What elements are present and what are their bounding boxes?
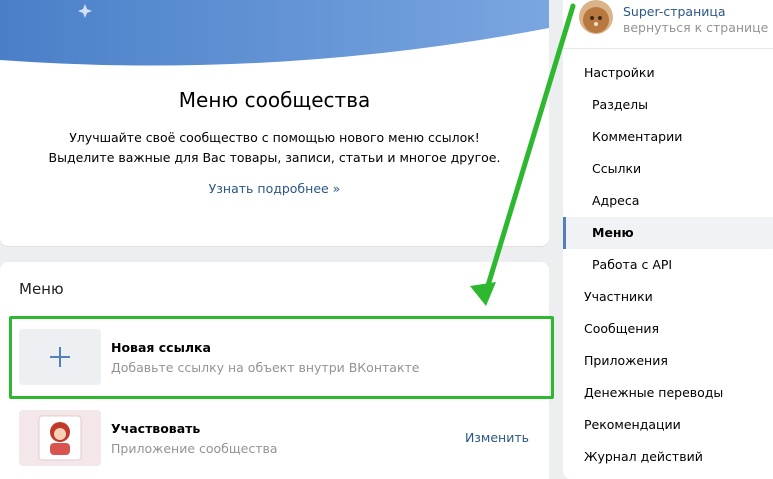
nav-money-transfers[interactable]: Денежные переводы	[563, 377, 773, 409]
menu-promo-card: Меню сообщества Улучшайте своё сообществ…	[0, 0, 549, 246]
app-subtitle: Приложение сообщества	[111, 441, 278, 456]
nav-menu[interactable]: Меню	[563, 217, 773, 249]
plus-icon	[50, 347, 70, 367]
nav-recommendations[interactable]: Рекомендации	[563, 409, 773, 441]
app-thumbnail	[19, 410, 101, 466]
promo-banner	[0, 0, 549, 66]
avatar[interactable]	[579, 0, 613, 34]
nav-api[interactable]: Работа с API	[563, 249, 773, 281]
promo-description: Улучшайте своё сообщество с помощью ново…	[0, 128, 549, 168]
app-title: Участвовать	[111, 421, 201, 436]
nav-addresses[interactable]: Адреса	[563, 185, 773, 217]
nav-divider	[563, 48, 773, 49]
new-link-title: Новая ссылка	[111, 340, 211, 355]
nav-sections[interactable]: Разделы	[563, 89, 773, 121]
nav-settings[interactable]: Настройки	[563, 57, 773, 89]
profile-name[interactable]: Super-страница	[623, 4, 726, 19]
menu-heading: Меню	[19, 280, 64, 298]
right-sidebar: Super-страница вернуться к странице Наст…	[563, 0, 773, 479]
learn-more-link[interactable]: Узнать подробнее »	[0, 181, 549, 196]
edit-button[interactable]: Изменить	[465, 430, 529, 445]
nav-action-log[interactable]: Журнал действий	[563, 441, 773, 473]
promo-line-2: Выделите важные для Вас товары, записи, …	[48, 150, 501, 165]
promo-line-1: Улучшайте своё сообщество с помощью ново…	[69, 130, 480, 145]
nav-links[interactable]: Ссылки	[563, 153, 773, 185]
new-link-subtitle: Добавьте ссылку на объект внутри ВКонтак…	[111, 360, 420, 375]
nav-messages[interactable]: Сообщения	[563, 313, 773, 345]
nav-apps[interactable]: Приложения	[563, 345, 773, 377]
profile-block[interactable]: Super-страница вернуться к странице	[563, 0, 773, 48]
back-to-page-link[interactable]: вернуться к странице	[623, 20, 768, 35]
add-link-thumb[interactable]	[19, 329, 101, 385]
new-link-item[interactable]: Новая ссылка Добавьте ссылку на объект в…	[19, 329, 531, 385]
app-avatar-icon	[38, 415, 82, 461]
app-item[interactable]: Участвовать Приложение сообщества Измени…	[19, 410, 531, 466]
menu-card: Меню Новая ссылка Добавьте ссылку на объ…	[0, 262, 554, 479]
promo-title: Меню сообщества	[178, 88, 371, 112]
nav-members[interactable]: Участники	[563, 281, 773, 313]
cat-avatar-icon	[579, 0, 613, 34]
nav-comments[interactable]: Комментарии	[563, 121, 773, 153]
